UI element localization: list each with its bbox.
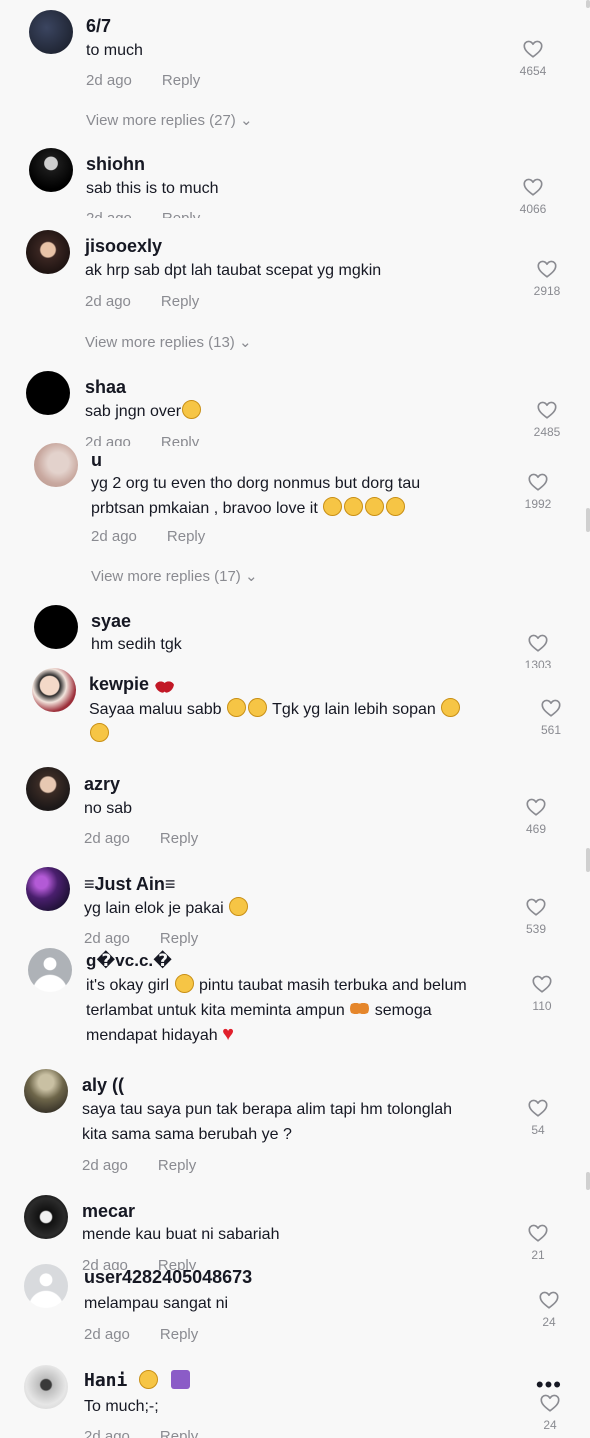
comment-item: Hani To much;-; 2d ago Reply 24 xyxy=(0,0,590,1438)
like-button[interactable]: 24 xyxy=(530,1392,570,1432)
like-count: 24 xyxy=(543,1418,557,1432)
virgo-emoji xyxy=(171,1370,191,1389)
comment-text: To much;-; xyxy=(84,1398,159,1415)
more-options-icon[interactable]: ••• xyxy=(536,1372,562,1398)
heart-eyes-cat-emoji xyxy=(139,1370,159,1389)
comment-username[interactable]: Hani xyxy=(84,1370,191,1391)
comment-date: 2d ago xyxy=(84,1428,130,1438)
comment-meta: 2d ago Reply xyxy=(84,1428,198,1438)
comment-username-label: Hani xyxy=(84,1370,128,1391)
reply-button[interactable]: Reply xyxy=(160,1428,198,1438)
avatar[interactable] xyxy=(24,1365,68,1409)
